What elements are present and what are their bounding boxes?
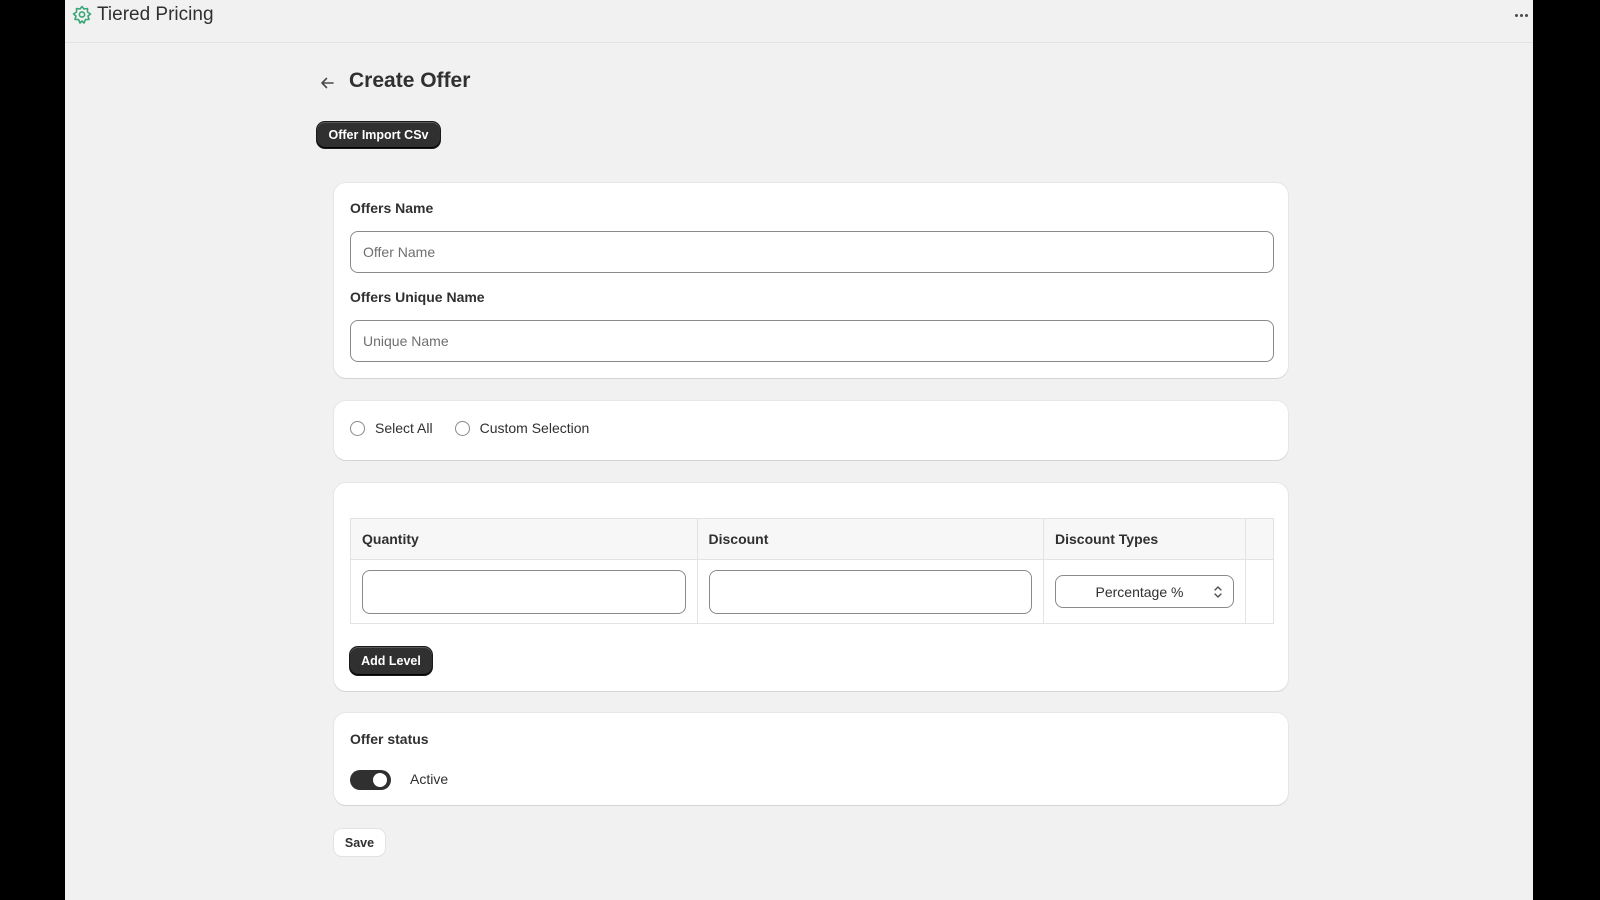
custom-selection-radio[interactable]: Custom Selection: [454, 420, 590, 436]
discount-type-value: Percentage %: [1095, 583, 1184, 600]
offer-name-label: Offers Name: [350, 200, 434, 216]
levels-table: Quantity Discount Discount Types Percent…: [350, 518, 1274, 624]
discount-type-select[interactable]: Percentage %: [1055, 575, 1234, 608]
quantity-input[interactable]: [362, 569, 686, 614]
offer-status-title: Offer status: [350, 731, 429, 747]
tiered-pricing-logo-icon: [72, 5, 92, 24]
discount-levels-card: Quantity Discount Discount Types Percent…: [334, 483, 1288, 691]
discount-input[interactable]: [708, 569, 1032, 614]
column-header-quantity: Quantity: [350, 518, 698, 560]
discount-cell: [696, 559, 1044, 624]
app-frame: Tiered Pricing Create Offer Offer Import…: [65, 0, 1533, 900]
save-button[interactable]: Save: [334, 829, 385, 856]
more-horizontal-icon[interactable]: [1509, 4, 1533, 26]
offer-name-input[interactable]: [350, 231, 1274, 273]
unique-name-input[interactable]: [350, 320, 1274, 362]
offer-status-toggle[interactable]: [350, 770, 391, 790]
toggle-knob: [373, 773, 387, 787]
actions-cell: [1245, 559, 1274, 624]
select-all-radio[interactable]: Select All: [350, 420, 433, 436]
top-bar: Tiered Pricing: [65, 0, 1533, 43]
offer-status-card: Offer status Active: [334, 713, 1288, 805]
table-row: Percentage %: [350, 559, 1274, 624]
column-header-discount: Discount: [696, 518, 1044, 560]
page-title: Create Offer: [349, 69, 471, 92]
discount-type-cell: Percentage %: [1043, 559, 1246, 624]
table-header-row: Quantity Discount Discount Types: [350, 518, 1274, 560]
offer-status-label: Active: [410, 771, 449, 787]
add-level-button[interactable]: Add Level: [350, 647, 432, 675]
quantity-cell: [350, 559, 698, 624]
custom-selection-label: Custom Selection: [479, 420, 590, 436]
select-chevrons-icon: [1214, 586, 1222, 598]
select-all-label: Select All: [375, 420, 433, 436]
radio-circle[interactable]: [350, 420, 365, 436]
offer-names-card: Offers Name Offers Unique Name: [334, 183, 1288, 378]
product-selection-card: Select All Custom Selection: [334, 401, 1288, 460]
column-header-actions: [1245, 518, 1274, 560]
radio-circle[interactable]: [454, 420, 470, 436]
selection-radio-group: Select All Custom Selection: [350, 420, 589, 436]
arrow-left-icon: [321, 77, 334, 89]
offer-import-csv-button[interactable]: Offer Import CSv: [317, 122, 440, 148]
app-title: Tiered Pricing: [97, 4, 214, 25]
column-header-discount-types: Discount Types: [1043, 518, 1246, 560]
unique-name-label: Offers Unique Name: [350, 289, 485, 305]
back-button[interactable]: [316, 72, 338, 94]
